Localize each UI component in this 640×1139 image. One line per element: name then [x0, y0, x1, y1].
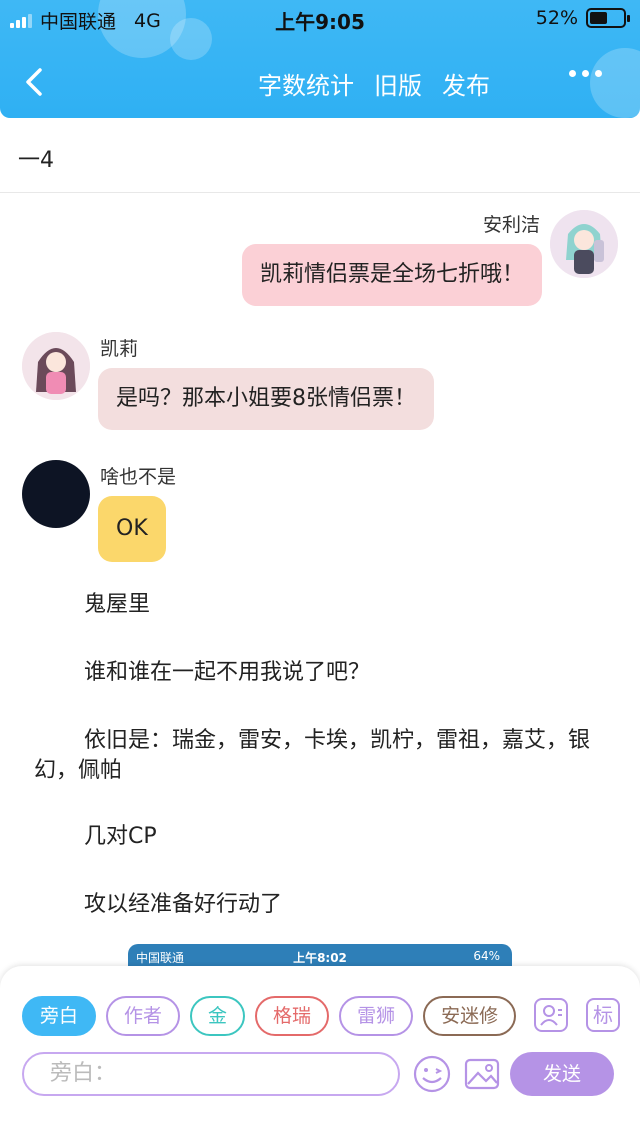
composer-panel: 旁白 作者金格瑞 雷狮 安迷修 标 旁白： 发送: [0, 966, 640, 1139]
avatar-anlijie[interactable]: [550, 210, 618, 278]
back-arrow-icon[interactable]: [22, 64, 52, 100]
top-header: 中国联通 4G 上午9:05 52% 字数统计 旧版 发布: [0, 0, 640, 118]
send-button[interactable]: 发送: [510, 1052, 614, 1096]
chapter-title[interactable]: 一4: [18, 142, 54, 174]
emoji-icon[interactable]: [412, 1054, 452, 1094]
battery-icon: [586, 8, 630, 28]
role-selector: 旁白 作者金格瑞 雷狮 安迷修: [22, 996, 516, 1038]
embedded-battery: 64%: [473, 949, 500, 963]
avatar-kaili[interactable]: [22, 332, 90, 400]
message-bubble[interactable]: 凯莉情侣票是全场七折哦！: [241, 244, 542, 306]
role-chip[interactable]: 旁白: [22, 996, 97, 1036]
mark-button[interactable]: 标: [586, 998, 620, 1032]
message-bubble[interactable]: OK: [98, 496, 166, 562]
narration-line[interactable]: 鬼屋里: [34, 590, 594, 620]
role-chip[interactable]: 安迷修: [423, 996, 516, 1036]
battery-percent: 52%: [535, 7, 578, 29]
role-chip[interactable]: 雷狮: [339, 996, 414, 1036]
divider: [0, 192, 640, 193]
old-version-button[interactable]: 旧版: [374, 66, 422, 101]
speaker-name: 安利洁: [482, 214, 540, 236]
speaker-name: 凯莉: [100, 338, 139, 360]
embedded-time: 上午8:02: [293, 951, 347, 965]
status-bar: 中国联通 4G 上午9:05 52%: [0, 0, 640, 36]
role-chip[interactable]: 格瑞: [255, 996, 330, 1036]
narration-line[interactable]: 几对CP: [34, 822, 594, 852]
role-chip[interactable]: 作者: [106, 996, 181, 1036]
narration-line[interactable]: 依旧是：瑞金，雷安，卡埃，凯柠，雷祖，嘉艾，银幻，佩帕: [34, 726, 594, 786]
publish-button[interactable]: 发布: [442, 66, 490, 101]
nav-bar: 字数统计 旧版 发布: [0, 60, 640, 106]
message-input[interactable]: 旁白：: [22, 1052, 400, 1096]
image-icon[interactable]: [462, 1054, 502, 1094]
speaker-name: 啥也不是: [100, 466, 177, 488]
narration-line[interactable]: 攻以经准备好行动了: [34, 890, 594, 920]
role-chip[interactable]: 金: [190, 996, 246, 1036]
character-icon[interactable]: [534, 998, 568, 1032]
more-icon[interactable]: [569, 70, 602, 77]
message-bubble[interactable]: 是吗？那本小姐要8张情侣票！: [98, 368, 434, 430]
avatar-dark[interactable]: [22, 460, 90, 528]
narration-line[interactable]: 谁和谁在一起不用我说了吧？: [34, 658, 594, 688]
word-count-button[interactable]: 字数统计: [258, 66, 354, 101]
